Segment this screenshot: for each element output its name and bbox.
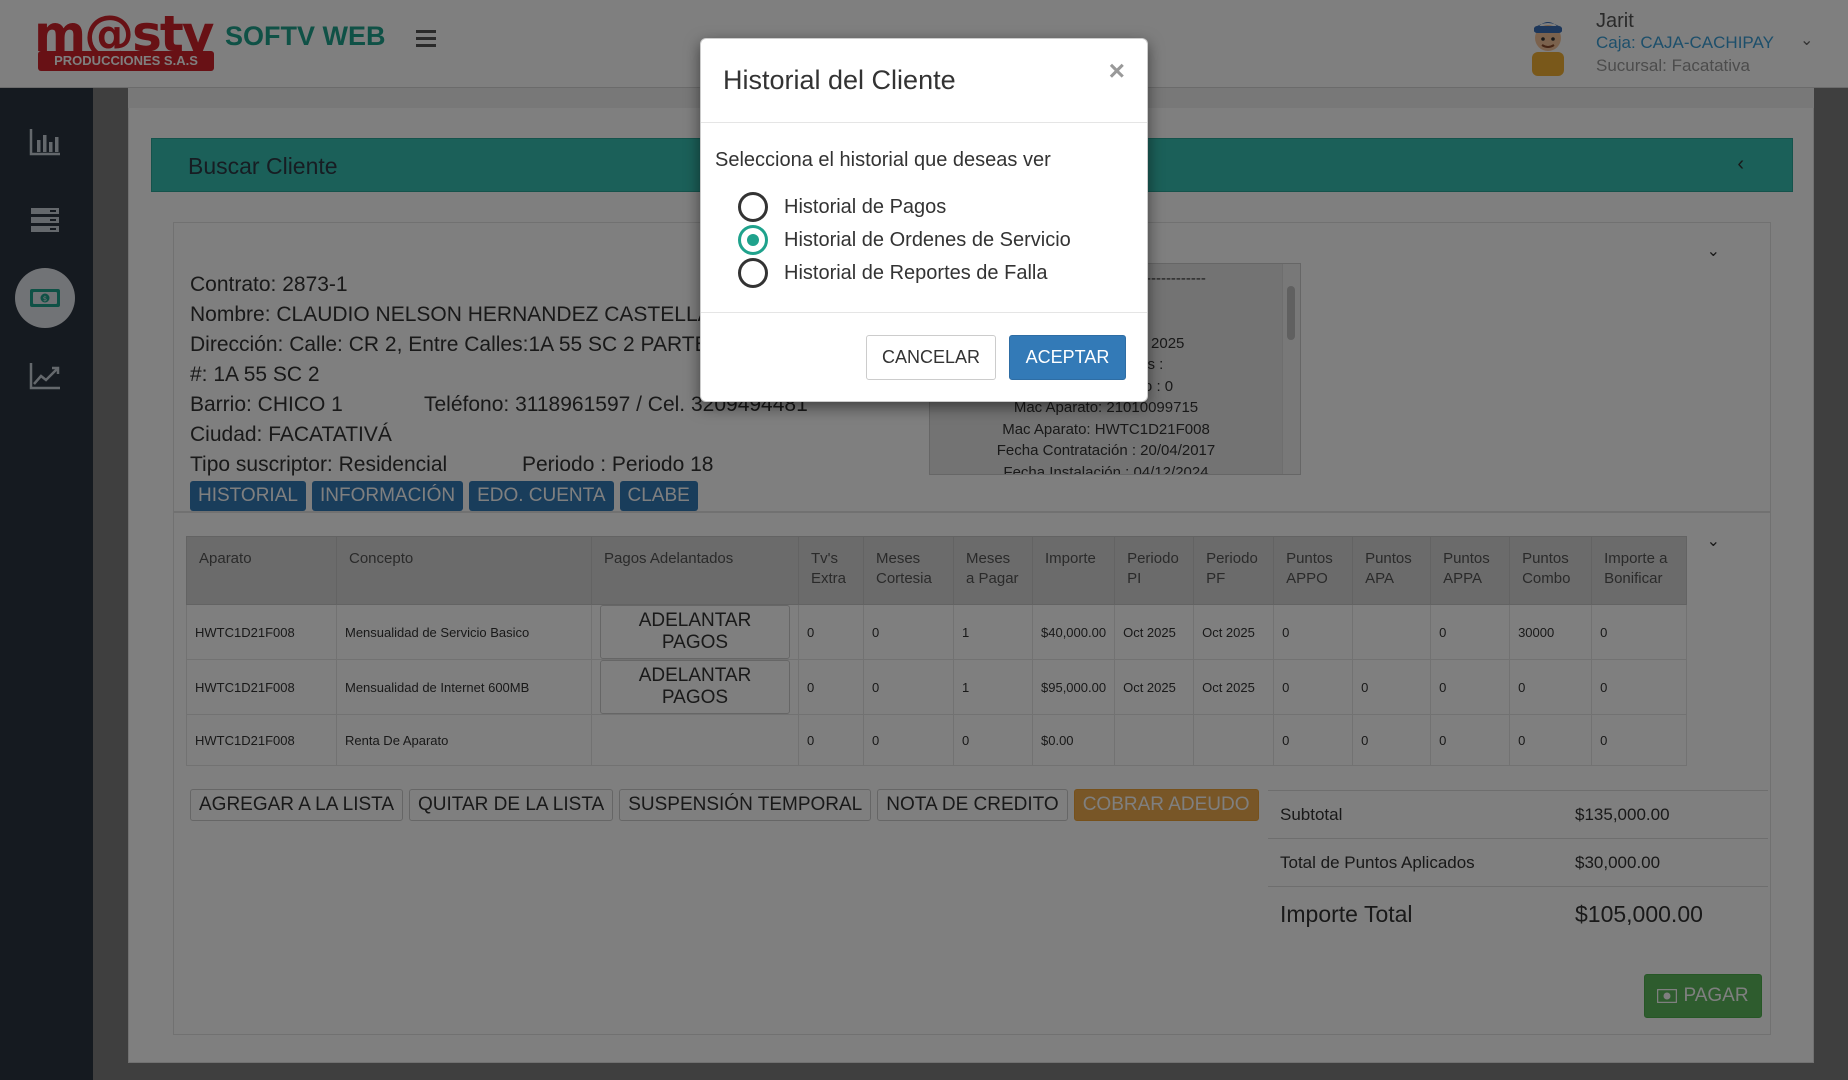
radio-button[interactable] bbox=[738, 225, 768, 255]
modal-title: Historial del Cliente bbox=[723, 65, 956, 95]
radio-payment-history[interactable]: Historial de Pagos bbox=[738, 192, 946, 222]
radio-label: Historial de Reportes de Falla bbox=[784, 261, 1048, 284]
modal-body: Selecciona el historial que deseas ver H… bbox=[701, 123, 1147, 313]
accept-button[interactable]: ACEPTAR bbox=[1009, 335, 1126, 380]
radio-label: Historial de Ordenes de Servicio bbox=[784, 228, 1071, 251]
radio-button[interactable] bbox=[738, 192, 768, 222]
radio-fault-reports-history[interactable]: Historial de Reportes de Falla bbox=[738, 258, 1047, 288]
client-history-modal: Historial del Cliente × Selecciona el hi… bbox=[700, 38, 1148, 402]
close-icon[interactable]: × bbox=[1109, 57, 1125, 85]
modal-prompt: Selecciona el historial que deseas ver bbox=[715, 149, 1051, 171]
radio-service-orders-history[interactable]: Historial de Ordenes de Servicio bbox=[738, 225, 1071, 255]
cancel-button[interactable]: CANCELAR bbox=[866, 335, 996, 380]
modal-footer: CANCELAR ACEPTAR bbox=[701, 313, 1147, 401]
radio-button[interactable] bbox=[738, 258, 768, 288]
modal-header: Historial del Cliente × bbox=[701, 39, 1147, 123]
radio-label: Historial de Pagos bbox=[784, 195, 947, 218]
